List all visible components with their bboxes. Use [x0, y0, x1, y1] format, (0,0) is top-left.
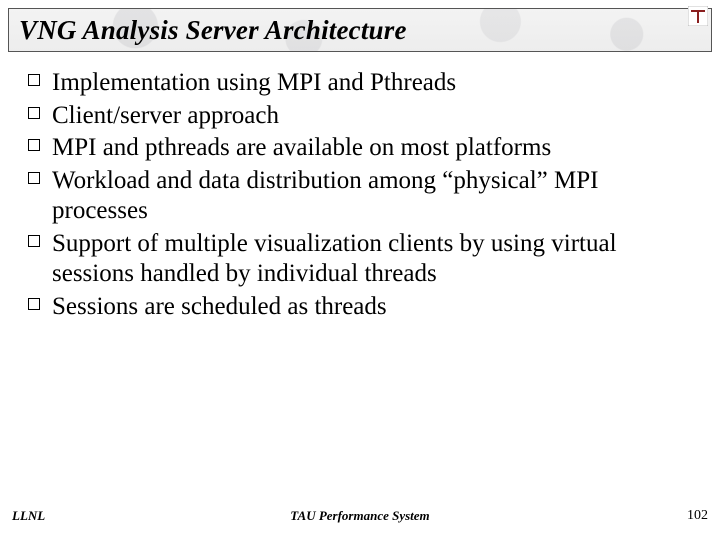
- bullet-list: Implementation using MPI and Pthreads Cl…: [28, 68, 692, 324]
- bullet-square-icon: [28, 107, 40, 119]
- bullet-text: Client/server approach: [52, 102, 279, 129]
- bullet-square-icon: [28, 172, 40, 184]
- list-item: MPI and pthreads are available on most p…: [28, 133, 692, 164]
- slide: VNG Analysis Server Architecture Impleme…: [0, 0, 720, 540]
- list-item: Sessions are scheduled as threads: [28, 292, 692, 323]
- bullet-square-icon: [28, 139, 40, 151]
- bullet-text: MPI and pthreads are available on most p…: [52, 134, 551, 161]
- page-number: 102: [687, 508, 708, 524]
- bullet-square-icon: [28, 235, 40, 247]
- list-item: Support of multiple visualization client…: [28, 229, 692, 290]
- footer: LLNL TAU Performance System 102: [0, 506, 720, 524]
- bullet-text: Support of multiple visualization client…: [52, 230, 617, 288]
- bullet-text: Workload and data distribution among “ph…: [52, 167, 598, 225]
- slide-title: VNG Analysis Server Architecture: [19, 15, 407, 46]
- footer-center-label: TAU Performance System: [0, 508, 720, 524]
- bullet-text: Implementation using MPI and Pthreads: [52, 69, 456, 96]
- bullet-square-icon: [28, 298, 40, 310]
- tau-logo-icon: [688, 6, 708, 26]
- title-bar: VNG Analysis Server Architecture: [8, 8, 712, 52]
- bullet-square-icon: [28, 74, 40, 86]
- list-item: Implementation using MPI and Pthreads: [28, 68, 692, 99]
- list-item: Workload and data distribution among “ph…: [28, 166, 692, 227]
- bullet-text: Sessions are scheduled as threads: [52, 293, 387, 320]
- list-item: Client/server approach: [28, 101, 692, 132]
